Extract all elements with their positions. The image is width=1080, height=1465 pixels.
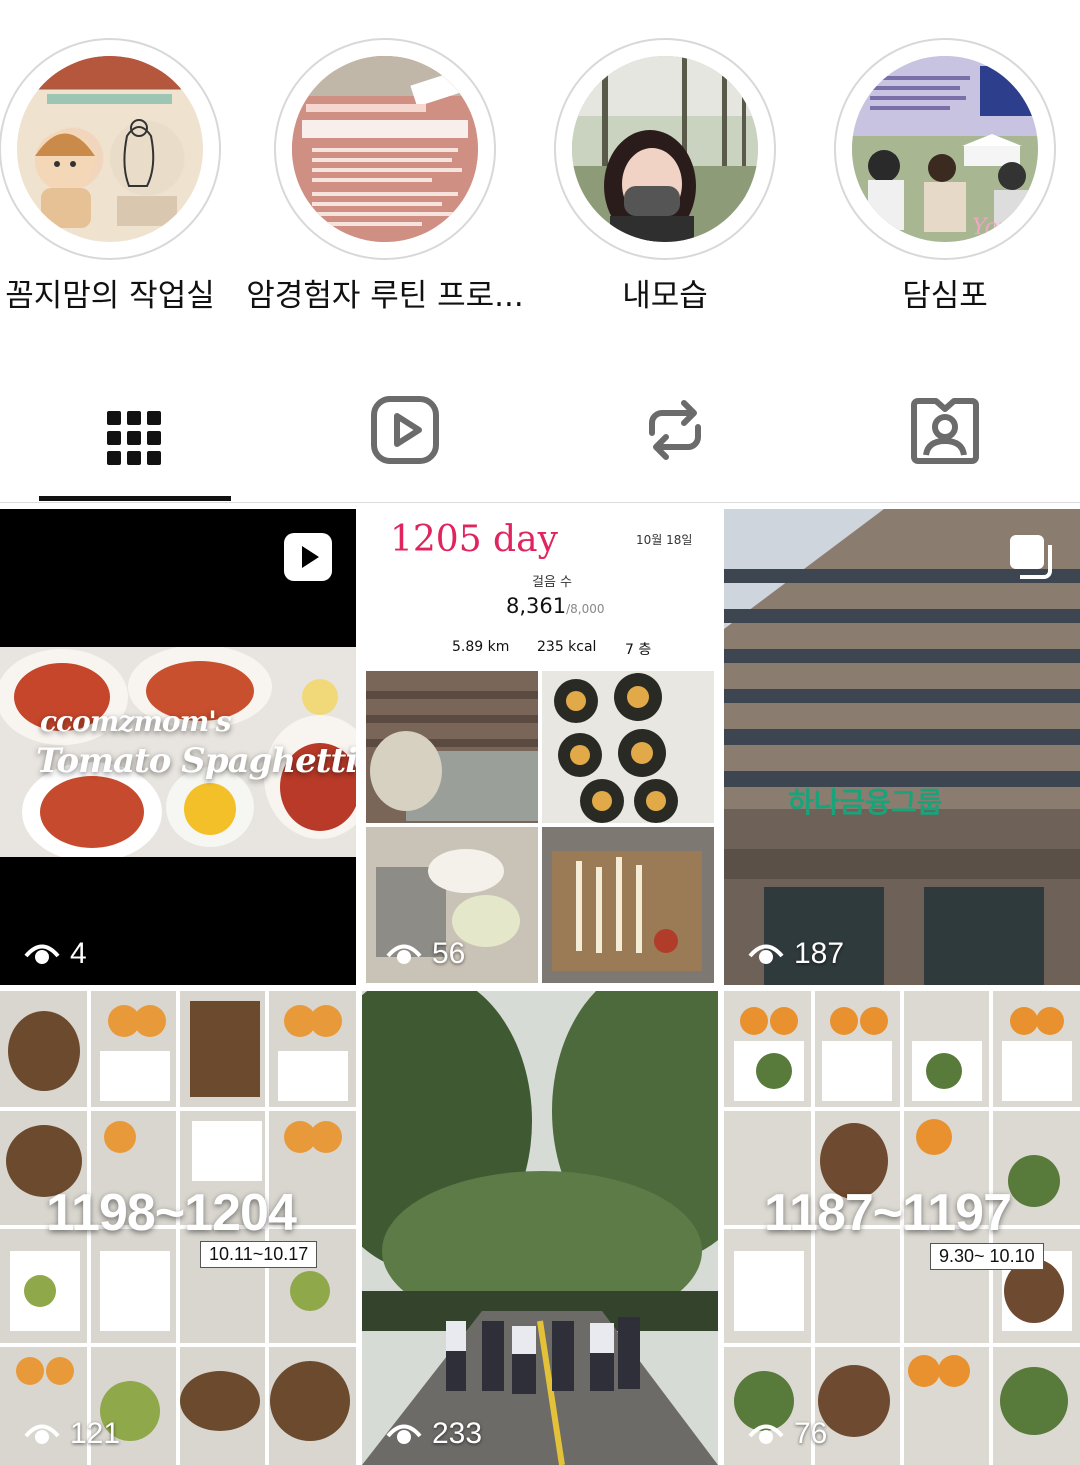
- eye-icon: [386, 944, 422, 964]
- view-count-value: 4: [70, 937, 87, 970]
- tagged-person-icon: [911, 398, 979, 464]
- eye-icon: [748, 1424, 784, 1444]
- story-highlights: 꼼지맘의 작업실 암경험자 루틴 프로... 내모습 You 담심포: [0, 0, 1080, 340]
- post-tile[interactable]: 233: [362, 991, 718, 1465]
- svg-text:You: You: [972, 215, 1012, 240]
- view-count: 187: [748, 937, 844, 971]
- overlay-title: Tomato Spaghetti: [36, 741, 356, 781]
- eye-icon: [748, 944, 784, 964]
- tab-reposts[interactable]: [540, 380, 810, 502]
- highlight-cover-image: [17, 56, 203, 242]
- highlight-ring: You: [834, 38, 1056, 260]
- day-range: 1187~1197: [764, 1184, 1012, 1242]
- reels-play-icon: [371, 396, 439, 464]
- steps-label: 걸음 수: [532, 575, 573, 590]
- date-range: 9.30~ 10.10: [930, 1243, 1044, 1270]
- highlight-ring: [274, 38, 496, 260]
- overlay-text: ccomzmom's: [40, 705, 232, 738]
- highlight-label: 담심포: [902, 278, 988, 314]
- profile-tabs: [0, 380, 1080, 503]
- view-count-value: 121: [70, 1417, 121, 1450]
- day-range: 1198~1204: [46, 1184, 297, 1242]
- post-tile[interactable]: 1205 day 10월 18일 걸음 수 8,361/8,000 5.89 k…: [362, 509, 718, 985]
- steps-value: 8,361/8,000: [506, 594, 605, 618]
- highlight-cover-image: You: [852, 56, 1038, 242]
- view-count: 4: [24, 937, 87, 971]
- grid-icon: [107, 411, 161, 465]
- kcal-value: 235 kcal: [537, 639, 597, 655]
- view-count: 56: [386, 937, 465, 971]
- highlight-ring: [554, 38, 776, 260]
- view-count-value: 187: [794, 937, 845, 970]
- highlight-label: 꼼지맘의 작업실: [5, 278, 215, 314]
- view-count-value: 56: [432, 937, 466, 970]
- eye-icon: [386, 1424, 422, 1444]
- view-count-value: 233: [432, 1417, 483, 1450]
- tab-reels[interactable]: [270, 380, 540, 502]
- post-tile[interactable]: 1198~1204 10.11~10.17 121: [0, 991, 356, 1465]
- highlight-cover-image: [292, 56, 478, 242]
- post-thumbnail: [362, 991, 718, 1465]
- post-tile[interactable]: ccomzmom's Tomato Spaghetti 4: [0, 509, 356, 985]
- eye-icon: [24, 1424, 60, 1444]
- highlight-label: 내모습: [622, 278, 708, 314]
- view-count: 233: [386, 1417, 482, 1451]
- repost-icon: [649, 400, 701, 460]
- view-count: 121: [24, 1417, 120, 1451]
- tab-tagged[interactable]: [810, 380, 1080, 502]
- date-label: 10월 18일: [636, 533, 693, 547]
- active-tab-indicator: [39, 496, 231, 501]
- highlight-cover-image: [572, 56, 758, 242]
- floors-value: 7 층: [625, 642, 652, 658]
- post-tile[interactable]: 1187~1197 9.30~ 10.10 76: [724, 991, 1080, 1465]
- eye-icon: [24, 944, 60, 964]
- distance-value: 5.89 km: [452, 639, 510, 655]
- building-sign: 하나금융그룹: [788, 786, 943, 819]
- day-counter: 1205 day: [390, 519, 558, 560]
- carousel-badge-icon: [1010, 535, 1052, 579]
- date-range: 10.11~10.17: [200, 1241, 318, 1268]
- view-count: 76: [748, 1417, 827, 1451]
- tab-posts-grid[interactable]: [0, 380, 270, 502]
- reel-badge-icon: [284, 533, 332, 581]
- view-count-value: 76: [794, 1417, 828, 1450]
- highlight-ring: [0, 38, 221, 260]
- highlight-label: 암경험자 루틴 프로...: [246, 278, 524, 314]
- post-tile[interactable]: 하나금융그룹 187: [724, 509, 1080, 985]
